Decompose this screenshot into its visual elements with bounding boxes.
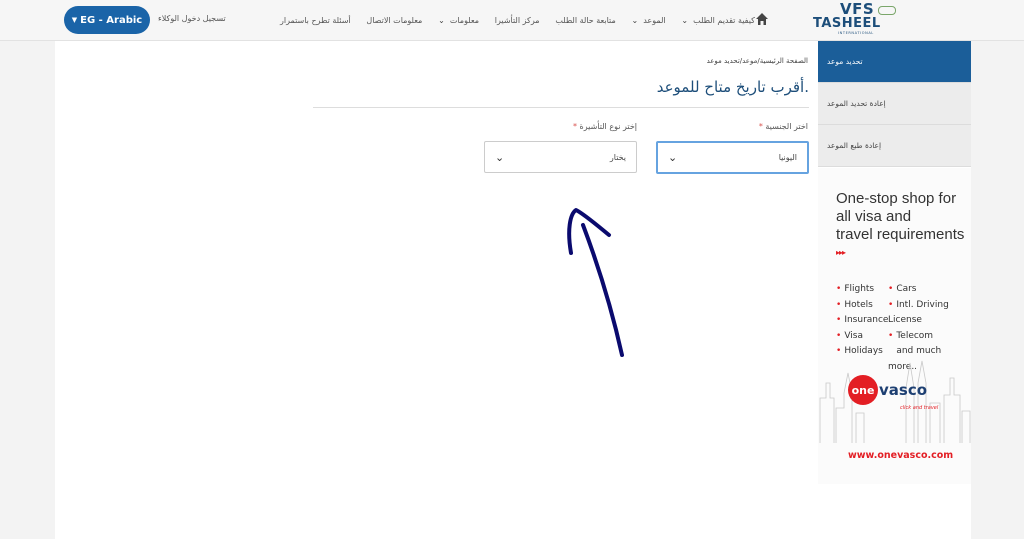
ad-headline-line: One-stop shop for: [836, 190, 957, 207]
ad-headline-line: all visa and: [836, 208, 912, 225]
visa-type-label: * إختر نوع التأشيرة: [530, 122, 637, 131]
sidebar-item-label: تحديد موعد: [827, 57, 863, 66]
nav-item-visa-center[interactable]: مركز التأشيرا: [495, 16, 540, 25]
page-right-margin: [971, 41, 1024, 539]
required-asterisk: *: [758, 122, 763, 131]
required-asterisk: *: [573, 122, 577, 131]
ad-headline: One-stop shop for all visa and travel re…: [836, 190, 964, 244]
onevasco-logo-circle: one: [848, 375, 878, 405]
onevasco-logo: one vasco: [848, 375, 927, 405]
nav-item-label: أسئلة تطرح باستمرار: [280, 15, 351, 25]
page-title: أقرب تاريخ متاح للموعد.: [656, 78, 809, 96]
nav-item-track-application[interactable]: متابعة حالة الطلب: [555, 16, 615, 25]
language-label: EG - Arabic: [80, 14, 143, 26]
ad-arrows-icon: ▸▸▸: [836, 248, 846, 257]
visa-type-label-text: إختر نوع التأشيرة: [579, 122, 637, 131]
list-item: • Cars: [888, 284, 917, 294]
logo-text-international: INTERNATIONAL: [838, 31, 874, 35]
sidebar-item-reschedule-appointment[interactable]: إعادة تحديد الموعد: [818, 83, 971, 125]
nav-item-contact[interactable]: معلومات الاتصال: [366, 16, 422, 25]
nav-item-appointment[interactable]: ⌄ الموعد: [632, 16, 666, 25]
list-item: • Flights: [836, 284, 875, 294]
chevron-down-icon: ⌄: [681, 15, 689, 25]
nav-item-faq[interactable]: أسئلة تطرح باستمرار: [280, 16, 351, 25]
nationality-selected-value: اليونيا: [778, 153, 797, 162]
ad-services-list-left: • Flights • Hotels • Insurance • Visa • Holid…: [836, 282, 888, 360]
list-item: • Hotels: [836, 299, 873, 310]
onevasco-url[interactable]: www.onevasco.com: [848, 450, 953, 461]
nav-item-label: متابعة حالة الطلب: [555, 15, 616, 25]
list-item: • Insurance: [836, 315, 889, 325]
top-navbar: ▼ EG - Arabic تسجيل دخول الوكلاء ⌄ كيفية…: [0, 0, 1024, 41]
home-icon[interactable]: [755, 12, 769, 26]
page-left-margin: [0, 41, 55, 539]
visa-type-select[interactable]: ⌄ يختار: [484, 141, 637, 173]
nav-item-label: معلومات: [449, 15, 480, 25]
vfs-tasheel-logo[interactable]: VFS TASHEEL INTERNATIONAL: [813, 0, 910, 38]
nav-item-label: الموعد: [643, 15, 666, 25]
list-item: • Intl. Driving License: [888, 299, 949, 326]
logo-text-tasheel: TASHEEL: [813, 16, 881, 31]
sidebar-item-label: إعادة طبع الموعد: [827, 141, 882, 150]
chevron-down-icon: ⌄: [631, 15, 639, 25]
nav-item-how-to-apply[interactable]: ⌄ كيفية تقديم الطلب: [681, 16, 755, 25]
logo-emblem-icon: [878, 6, 897, 15]
nav-item-label: كيفية تقديم الطلب: [693, 15, 755, 25]
logo-text-vfs: VFS: [840, 0, 875, 18]
breadcrumb[interactable]: الصفحة الرئيسية/موعد/تحديد موعد: [600, 57, 808, 65]
onevasco-advertisement[interactable]: One-stop shop for all visa and travel re…: [818, 168, 971, 484]
nav-item-information[interactable]: ⌄ معلومات: [438, 16, 479, 25]
sidebar-item-book-appointment[interactable]: تحديد موعد: [818, 41, 971, 83]
list-item: • Visa: [836, 330, 863, 341]
ad-headline-line: travel requirements: [836, 226, 965, 243]
visa-type-selected-value: يختار: [609, 152, 626, 162]
nationality-label-text: اختر الجنسية: [765, 122, 808, 131]
agent-login-link[interactable]: تسجيل دخول الوكلاء: [158, 14, 226, 23]
language-dropdown-button[interactable]: ▼ EG - Arabic: [64, 6, 150, 34]
onevasco-logo-text: vasco: [879, 381, 928, 399]
onevasco-tagline: click and travel: [900, 405, 939, 411]
nav-item-label: معلومات الاتصال: [366, 15, 423, 25]
chevron-down-icon: ⌄: [668, 151, 678, 164]
main-nav: ⌄ كيفية تقديم الطلب ⌄ الموعد متابعة حالة…: [280, 13, 755, 27]
nav-item-label: مركز التأشيرا: [494, 15, 540, 25]
sidebar-item-label: إعادة تحديد الموعد: [827, 99, 886, 108]
hand-drawn-arrow-annotation: [567, 208, 624, 357]
nationality-label: * اختر الجنسية: [700, 122, 808, 131]
caret-down-icon: ▼: [71, 16, 78, 24]
sidebar: تحديد موعد إعادة تحديد الموعد إعادة طبع …: [818, 41, 971, 167]
list-item: • Telecom: [888, 330, 934, 341]
nationality-select[interactable]: ⌄ اليونيا: [656, 141, 809, 174]
title-divider: [313, 107, 809, 108]
chevron-down-icon: ⌄: [495, 150, 505, 164]
sidebar-item-reprint-appointment[interactable]: إعادة طبع الموعد: [818, 125, 971, 167]
chevron-down-icon: ⌄: [438, 15, 445, 25]
